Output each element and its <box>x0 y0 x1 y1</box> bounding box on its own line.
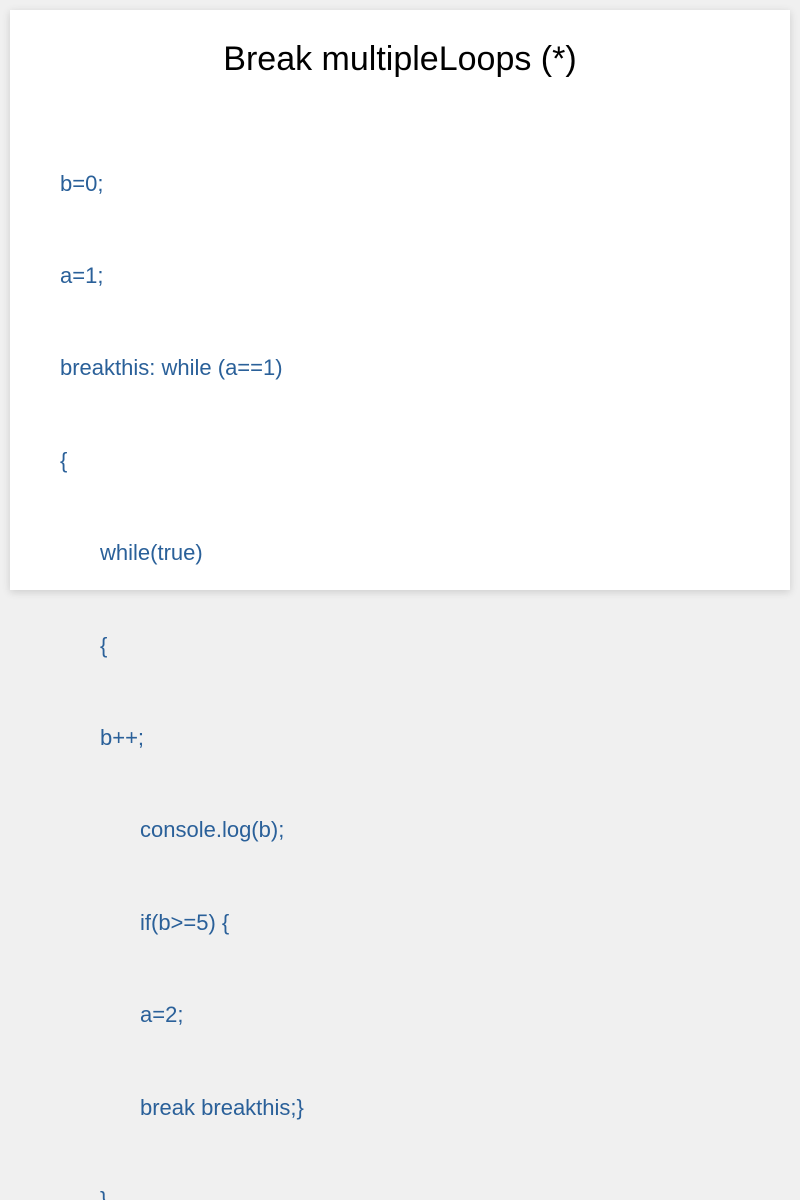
code-line: } <box>60 1185 740 1200</box>
code-line: { <box>60 631 740 662</box>
code-line: a=2; <box>60 1000 740 1031</box>
code-line: breakthis: while (a==1) <box>60 353 740 384</box>
slide-title: Break multipleLoops (*) <box>60 40 740 79</box>
code-line: break breakthis;} <box>60 1093 740 1124</box>
code-line: b=0; <box>60 169 740 200</box>
code-line: a=1; <box>60 261 740 292</box>
slide: Break multipleLoops (*) b=0; a=1; breakt… <box>10 10 790 590</box>
code-line: b++; <box>60 723 740 754</box>
code-line: if(b>=5) { <box>60 908 740 939</box>
code-line: console.log(b); <box>60 815 740 846</box>
code-line: while(true) <box>60 538 740 569</box>
code-block: b=0; a=1; breakthis: while (a==1) { whil… <box>60 107 740 1200</box>
code-line: { <box>60 446 740 477</box>
